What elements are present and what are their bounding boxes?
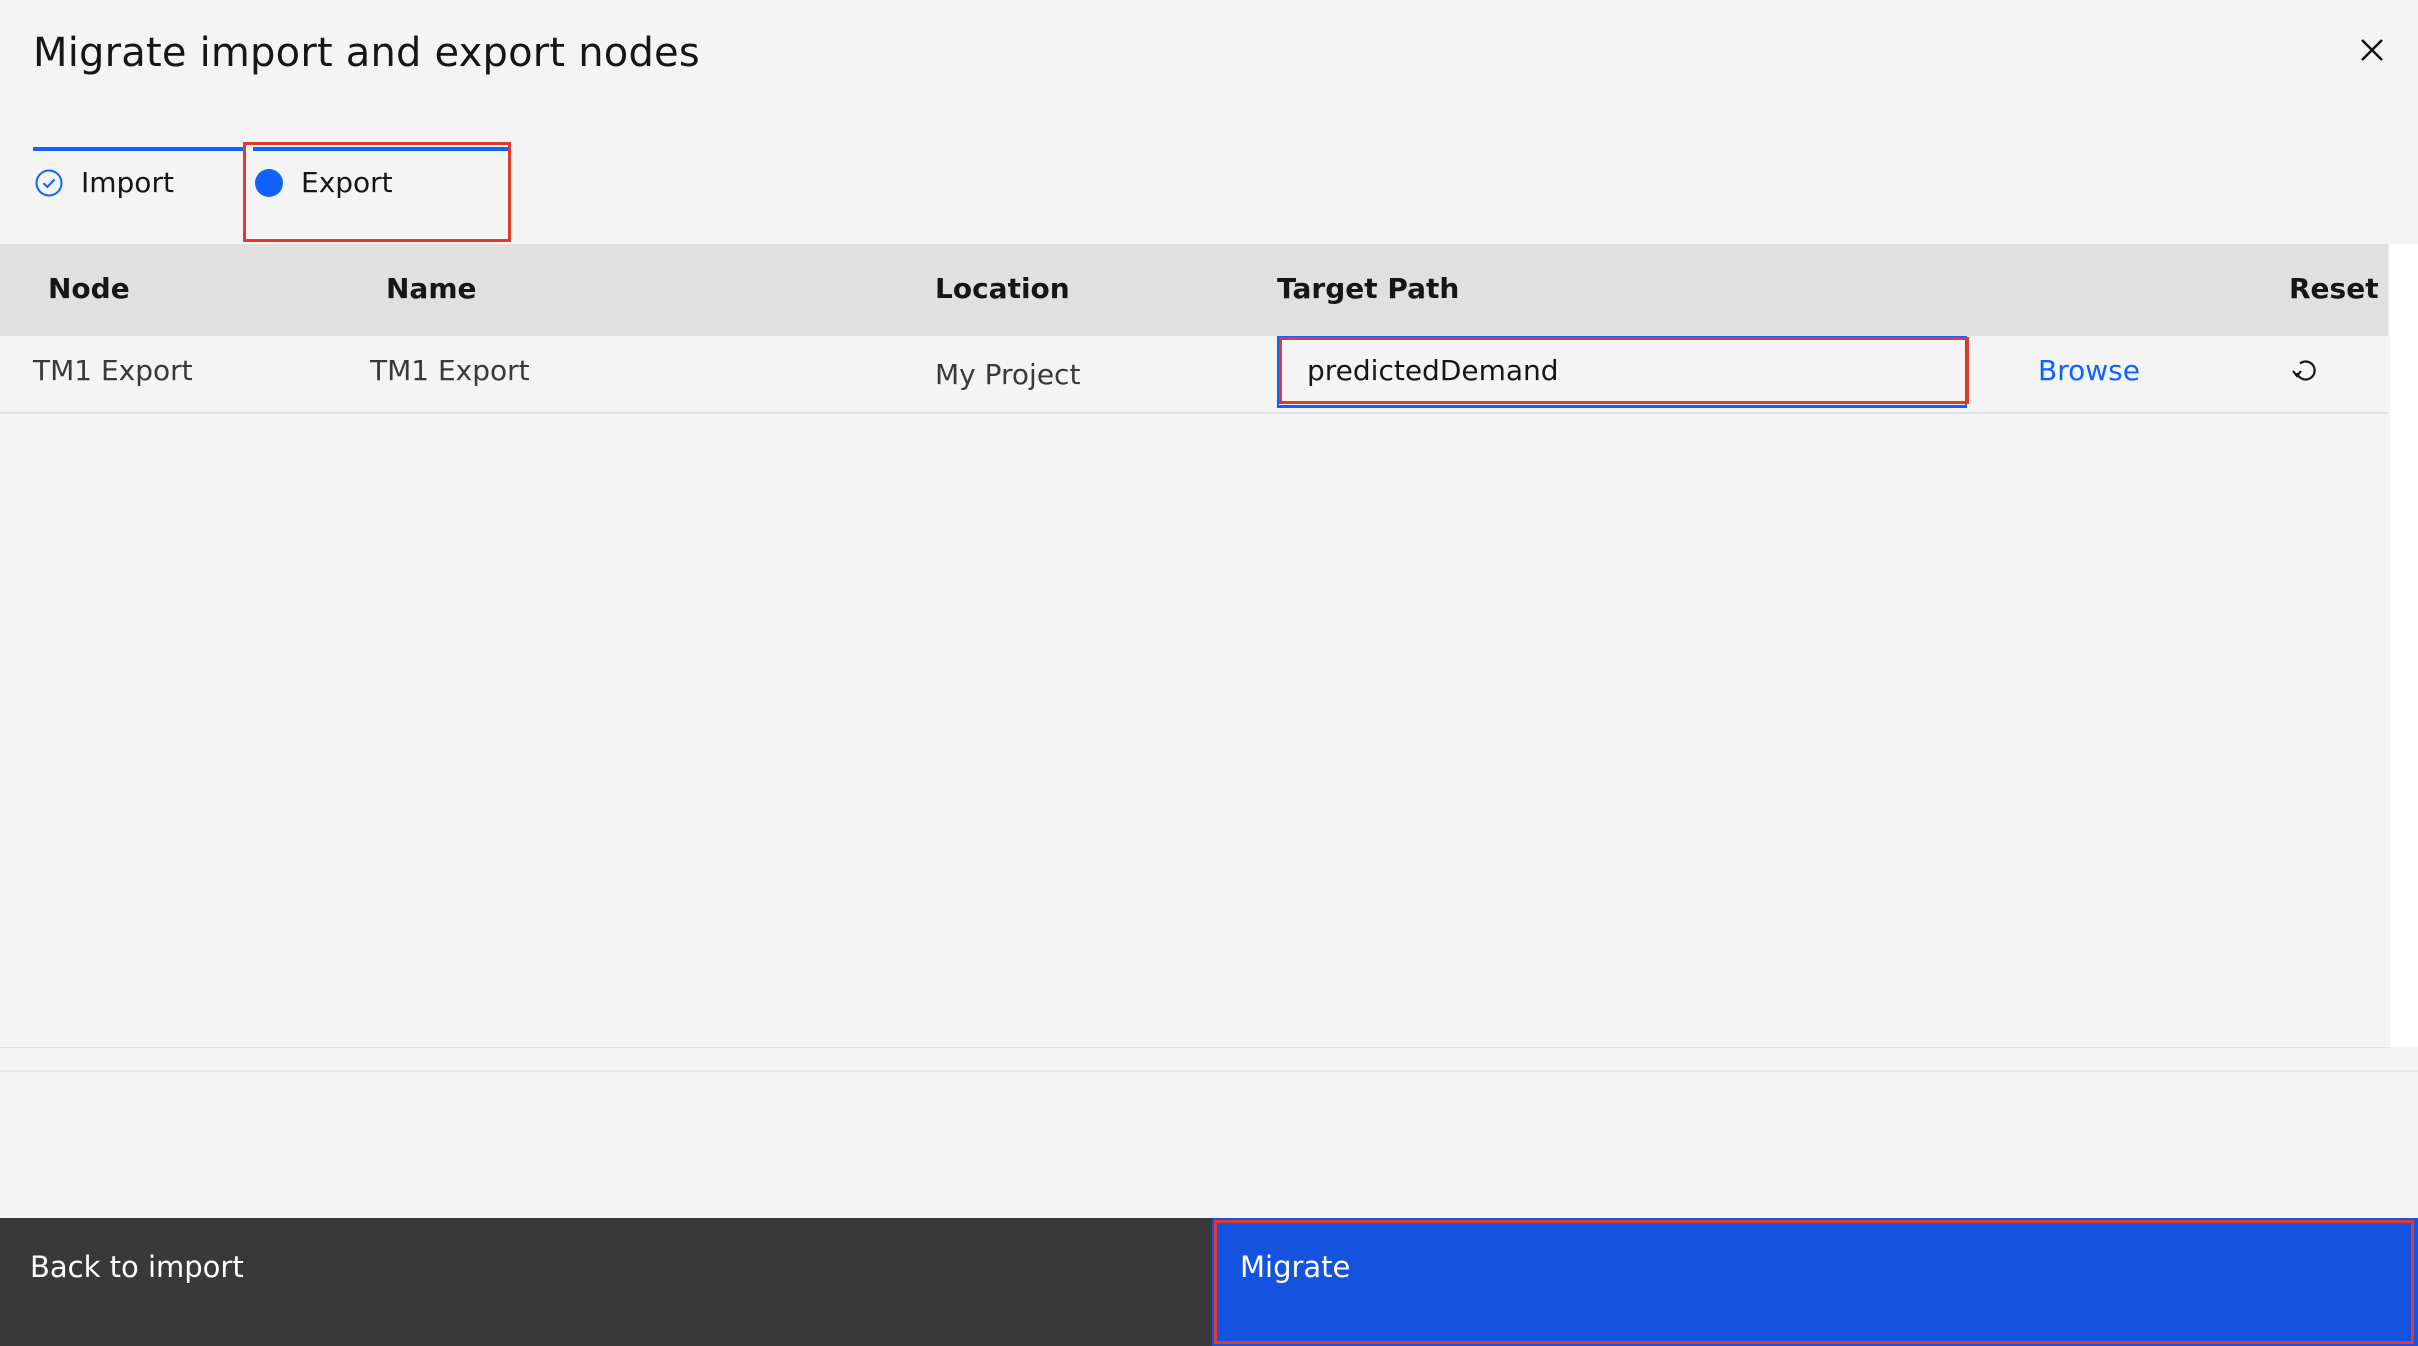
back-to-import-label: Back to import: [30, 1250, 244, 1284]
header-node: Node: [48, 272, 130, 305]
header-target-path: Target Path: [1277, 272, 1460, 305]
migrate-dialog: Migrate import and export nodes Import E…: [0, 0, 2418, 1346]
footer-divider: [0, 1070, 2418, 1072]
header-reset: Reset: [2289, 272, 2379, 305]
reset-icon[interactable]: [2288, 354, 2320, 386]
browse-link[interactable]: Browse: [2038, 354, 2140, 387]
table-row: TM1 Export TM1 Export My Project: [0, 336, 2388, 414]
step-import[interactable]: Import: [33, 147, 243, 243]
current-step-dot-icon: [253, 167, 285, 199]
cell-location: My Project: [935, 358, 1081, 391]
cell-name: TM1 Export: [370, 354, 530, 387]
close-icon: [2361, 39, 2383, 61]
target-path-input[interactable]: [1277, 336, 1967, 408]
nodes-table: Node Name Location Target Path Reset TM1…: [0, 244, 2390, 1048]
dialog-footer: Back to import Migrate: [0, 1218, 2418, 1346]
table-scrollbar-track[interactable]: [2390, 244, 2418, 1047]
checkmark-circle-icon: [35, 169, 63, 197]
table-header: Node Name Location Target Path Reset: [0, 244, 2388, 336]
step-import-progress-line: [33, 147, 243, 151]
step-export-label: Export: [301, 166, 393, 199]
migrate-button[interactable]: Migrate: [1212, 1218, 2418, 1346]
migrate-label: Migrate: [1240, 1250, 1351, 1284]
cell-node: TM1 Export: [33, 354, 193, 387]
step-export-progress-line: [253, 147, 508, 151]
back-to-import-button[interactable]: Back to import: [0, 1218, 1212, 1346]
step-export[interactable]: Export: [253, 147, 508, 243]
close-button[interactable]: [2350, 28, 2394, 72]
header-location: Location: [935, 272, 1070, 305]
header-name: Name: [386, 272, 477, 305]
step-import-label: Import: [81, 166, 174, 199]
dialog-title: Migrate import and export nodes: [33, 30, 700, 76]
